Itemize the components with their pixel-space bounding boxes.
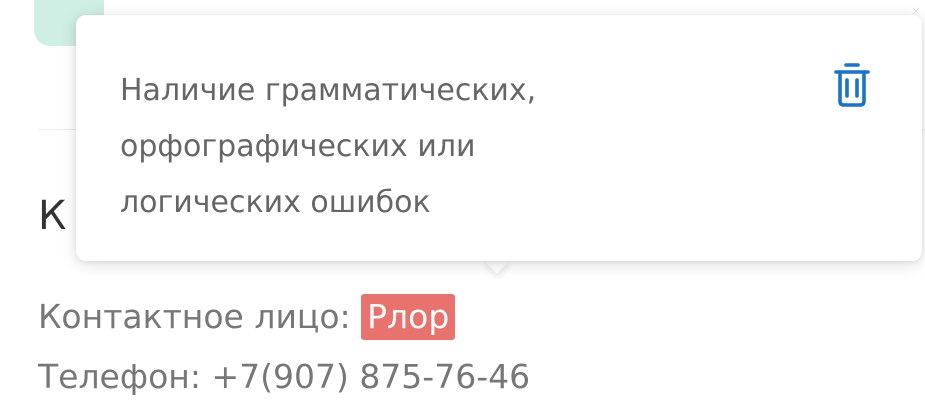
- page: К Контактное лицо: Рлор Телефон: +7(907)…: [0, 0, 925, 405]
- trash-icon: [834, 63, 870, 107]
- error-message-line: орфографических или: [120, 129, 476, 164]
- phone-line: Телефон: +7(907) 875-76-46: [38, 357, 531, 396]
- error-message: Наличие грамматических, орфографических …: [120, 63, 740, 231]
- highlighted-error-word[interactable]: Рлор: [361, 294, 456, 340]
- error-popover: Наличие грамматических, орфографических …: [76, 15, 922, 261]
- delete-button[interactable]: [826, 59, 878, 111]
- error-message-line: Наличие грамматических,: [120, 73, 537, 108]
- contact-person-line: Контактное лицо: Рлор: [38, 293, 456, 341]
- section-heading: К: [38, 193, 67, 239]
- error-message-line: логических ошибок: [120, 185, 431, 220]
- contact-person-label: Контактное лицо:: [38, 297, 362, 336]
